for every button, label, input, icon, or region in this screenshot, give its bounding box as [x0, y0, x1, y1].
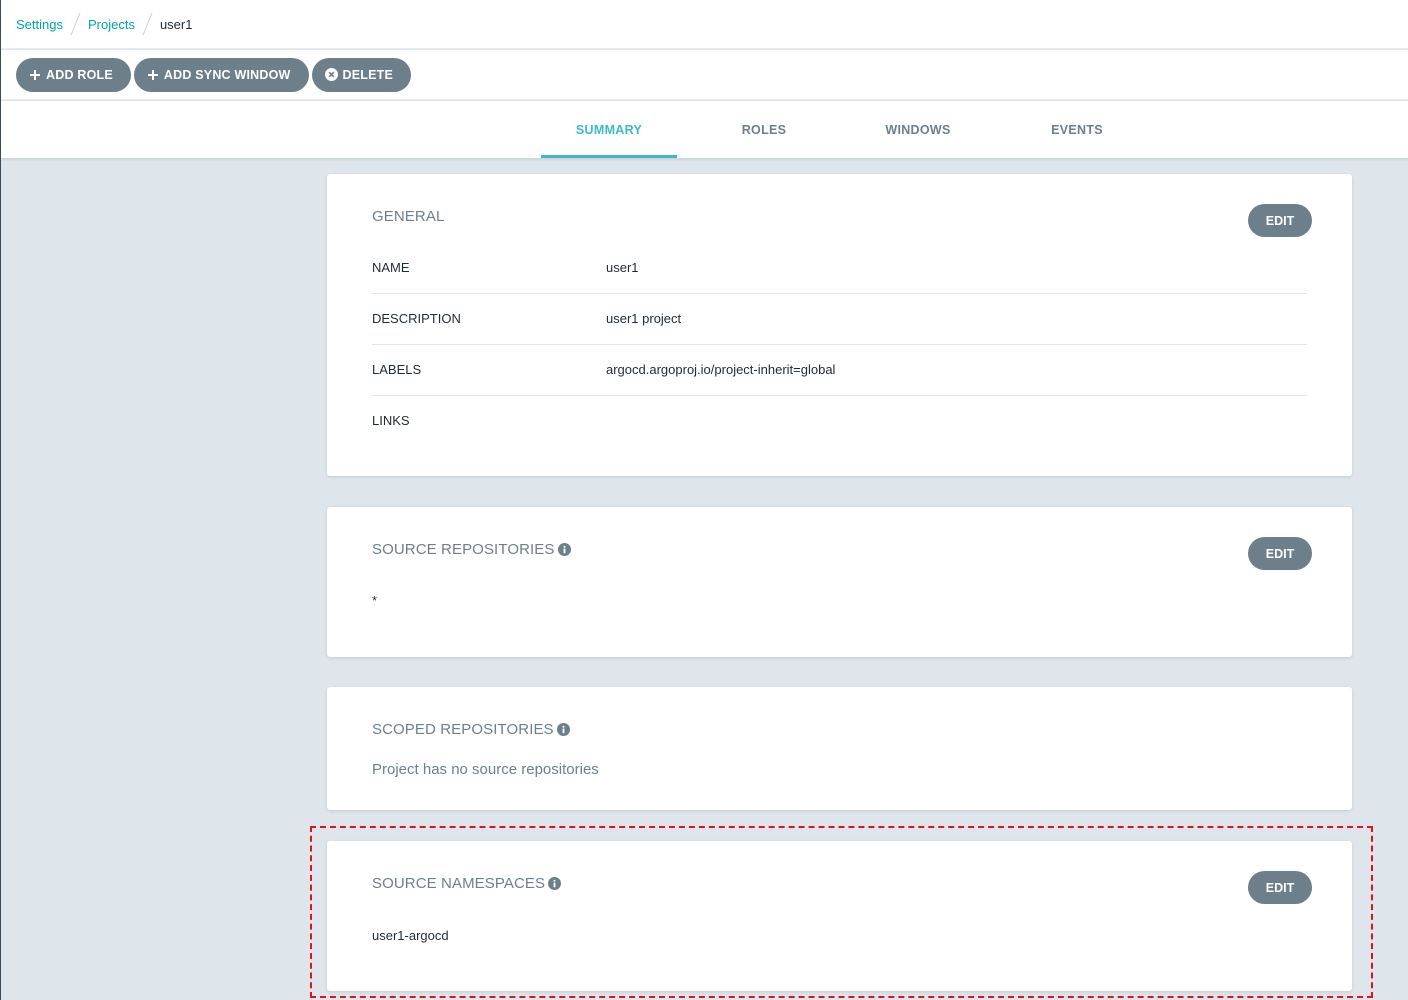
scoped-repositories-title: SCOPED REPOSITORIES [372, 721, 570, 738]
general-row-name: NAME user1 [372, 243, 1307, 294]
scoped-repositories-empty: Project has no source repositories [372, 761, 599, 778]
row-value: argocd.argoproj.io/project-inherit=globa… [606, 362, 836, 377]
source-repositories-title: SOURCE REPOSITORIES [372, 541, 571, 558]
source-namespace-item: user1-argocd [372, 928, 449, 943]
breadcrumb-settings[interactable]: Settings [16, 17, 63, 32]
breadcrumb-current: user1 [159, 16, 193, 32]
source-repository-item: * [372, 593, 378, 608]
row-key: NAME [372, 260, 410, 275]
general-title: GENERAL [372, 208, 445, 225]
add-role-button[interactable]: ADD ROLE [16, 57, 131, 92]
source-repositories-edit-button[interactable]: EDIT [1248, 537, 1312, 570]
tab-roles[interactable]: ROLES [714, 101, 814, 158]
source-repositories-title-text: SOURCE REPOSITORIES [372, 541, 555, 558]
row-key: LINKS [372, 413, 410, 428]
add-role-label: ADD ROLE [46, 67, 113, 82]
tab-summary[interactable]: SUMMARY [541, 101, 677, 158]
info-icon[interactable] [548, 877, 562, 890]
project-details-page: Settings Projects user1 ADD ROLE ADD SYN… [0, 0, 1408, 1000]
action-toolbar: ADD ROLE ADD SYNC WINDOW DELETE [1, 50, 1408, 100]
scoped-repositories-title-text: SCOPED REPOSITORIES [372, 721, 554, 738]
general-row-description: DESCRIPTION user1 project [372, 294, 1307, 345]
add-sync-window-button[interactable]: ADD SYNC WINDOW [133, 57, 309, 92]
source-namespaces-title: SOURCE NAMESPACES [372, 875, 562, 892]
tab-events[interactable]: EVENTS [1027, 101, 1127, 158]
info-icon[interactable] [557, 543, 571, 556]
plus-icon [29, 69, 41, 81]
general-row-links: LINKS [372, 396, 1307, 447]
general-edit-button[interactable]: EDIT [1248, 204, 1312, 237]
row-value: user1 project [606, 311, 682, 326]
row-key: LABELS [372, 362, 422, 377]
source-namespaces-card: SOURCE NAMESPACES EDIT user1-argocd [327, 841, 1352, 991]
source-namespaces-edit-button[interactable]: EDIT [1248, 871, 1312, 904]
tab-bar: SUMMARY ROLES WINDOWS EVENTS [1, 101, 1408, 158]
source-repositories-card: SOURCE REPOSITORIES EDIT * [327, 507, 1352, 657]
breadcrumb-projects[interactable]: Projects [88, 17, 135, 32]
tab-windows[interactable]: WINDOWS [863, 101, 973, 158]
scoped-repositories-card: SCOPED REPOSITORIES Project has no sourc… [327, 687, 1352, 810]
plus-icon [147, 69, 159, 81]
breadcrumb-separator [142, 13, 153, 35]
close-circle-icon [324, 68, 338, 81]
delete-button[interactable]: DELETE [311, 57, 412, 92]
delete-label: DELETE [342, 67, 394, 82]
row-value: user1 [606, 260, 639, 275]
row-key: DESCRIPTION [372, 311, 461, 326]
source-namespaces-title-text: SOURCE NAMESPACES [372, 875, 546, 892]
breadcrumb-separator [70, 13, 81, 35]
info-icon[interactable] [556, 723, 570, 736]
general-row-labels: LABELS argocd.argoproj.io/project-inheri… [372, 345, 1307, 396]
breadcrumb: Settings Projects user1 [1, 0, 1408, 49]
general-card: GENERAL EDIT NAME user1 DESCRIPTION user… [327, 174, 1352, 476]
add-sync-window-label: ADD SYNC WINDOW [163, 67, 291, 82]
